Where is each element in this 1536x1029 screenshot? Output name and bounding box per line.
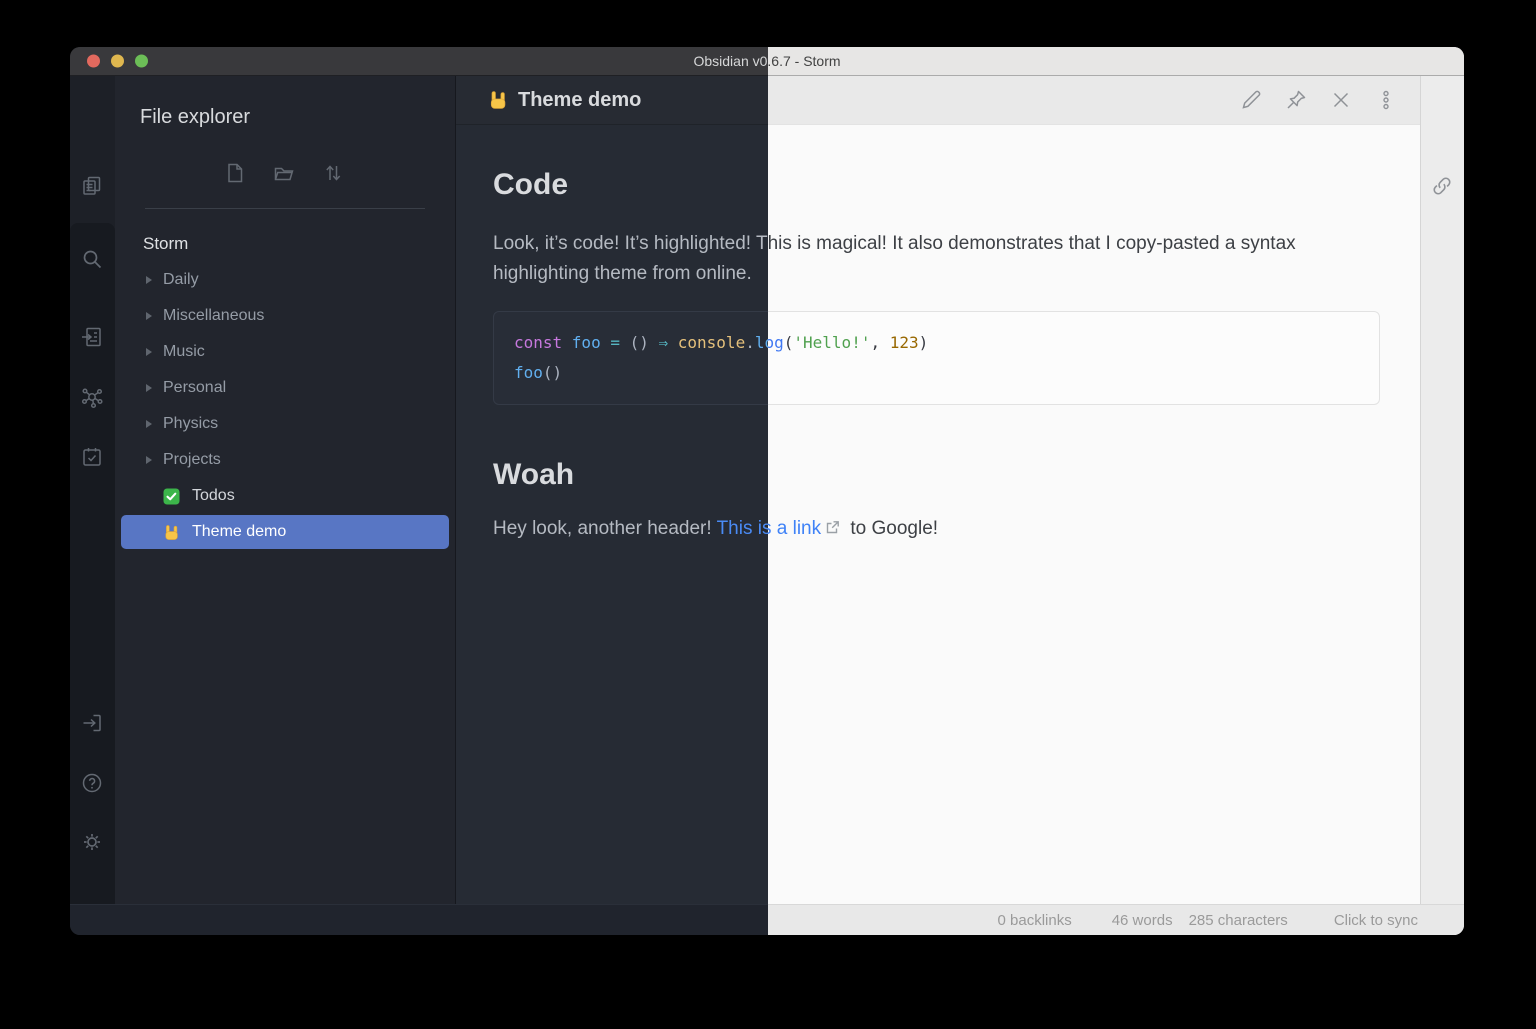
traffic-lights bbox=[87, 54, 148, 68]
external-link-icon[interactable] bbox=[825, 520, 840, 535]
right-sidebar bbox=[1420, 76, 1464, 904]
folder-physics[interactable]: Physics bbox=[115, 406, 455, 442]
check-emoji-icon bbox=[163, 488, 180, 505]
sync-button[interactable]: Click to sync bbox=[1334, 912, 1418, 929]
file-theme-demo[interactable]: Theme demo bbox=[121, 515, 449, 549]
close-window-button[interactable] bbox=[87, 54, 100, 68]
pane-actions bbox=[1239, 88, 1398, 112]
file-explorer-panel: File explorer Storm Daily bbox=[115, 76, 456, 904]
vault-switcher-icon[interactable] bbox=[80, 711, 104, 735]
fullscreen-window-button[interactable] bbox=[135, 54, 148, 68]
search-icon[interactable] bbox=[80, 247, 104, 271]
vault-name[interactable]: Storm bbox=[115, 226, 455, 262]
graph-icon[interactable] bbox=[80, 385, 104, 409]
horns-emoji-icon bbox=[163, 524, 180, 541]
help-icon[interactable] bbox=[80, 771, 104, 795]
collapse-arrow-icon[interactable] bbox=[146, 276, 152, 284]
files-icon[interactable] bbox=[80, 174, 104, 198]
minimize-window-button[interactable] bbox=[111, 54, 124, 68]
file-explorer-title: File explorer bbox=[140, 106, 251, 128]
word-count: 46 words bbox=[1111, 911, 1173, 929]
file-todos[interactable]: Todos bbox=[115, 478, 455, 514]
character-count: 285 characters bbox=[1188, 911, 1288, 929]
new-folder-icon[interactable] bbox=[272, 161, 296, 185]
folder-miscellaneous[interactable]: Miscellaneous bbox=[115, 298, 455, 334]
folder-daily[interactable]: Daily bbox=[115, 262, 455, 298]
pin-icon[interactable] bbox=[1284, 88, 1308, 112]
folder-projects[interactable]: Projects bbox=[115, 442, 455, 478]
settings-gear-icon[interactable] bbox=[80, 830, 104, 854]
collapse-arrow-icon[interactable] bbox=[146, 348, 152, 356]
collapse-arrow-icon[interactable] bbox=[146, 312, 152, 320]
file-explorer-toolbar bbox=[223, 161, 345, 185]
edit-pencil-icon[interactable] bbox=[1239, 88, 1263, 112]
pane-title: Theme demo bbox=[518, 88, 642, 111]
new-note-icon[interactable] bbox=[223, 161, 247, 185]
file-tree: Storm Daily Miscellaneous Music Personal bbox=[115, 226, 455, 550]
close-icon[interactable] bbox=[1329, 88, 1353, 112]
backlinks-count: 0 backlinks bbox=[997, 911, 1072, 929]
folder-personal[interactable]: Personal bbox=[115, 370, 455, 406]
sort-icon[interactable] bbox=[321, 161, 345, 185]
left-ribbon bbox=[70, 76, 115, 904]
divider bbox=[145, 208, 425, 209]
collapse-arrow-icon[interactable] bbox=[146, 420, 152, 428]
folder-music[interactable]: Music bbox=[115, 334, 455, 370]
collapse-arrow-icon[interactable] bbox=[146, 456, 152, 464]
open-note-icon[interactable] bbox=[80, 325, 104, 349]
backlinks-link-icon[interactable] bbox=[1430, 174, 1454, 198]
collapse-arrow-icon[interactable] bbox=[146, 384, 152, 392]
more-options-icon[interactable] bbox=[1374, 88, 1398, 112]
horns-emoji-icon bbox=[488, 90, 508, 110]
calendar-check-icon[interactable] bbox=[80, 445, 104, 469]
